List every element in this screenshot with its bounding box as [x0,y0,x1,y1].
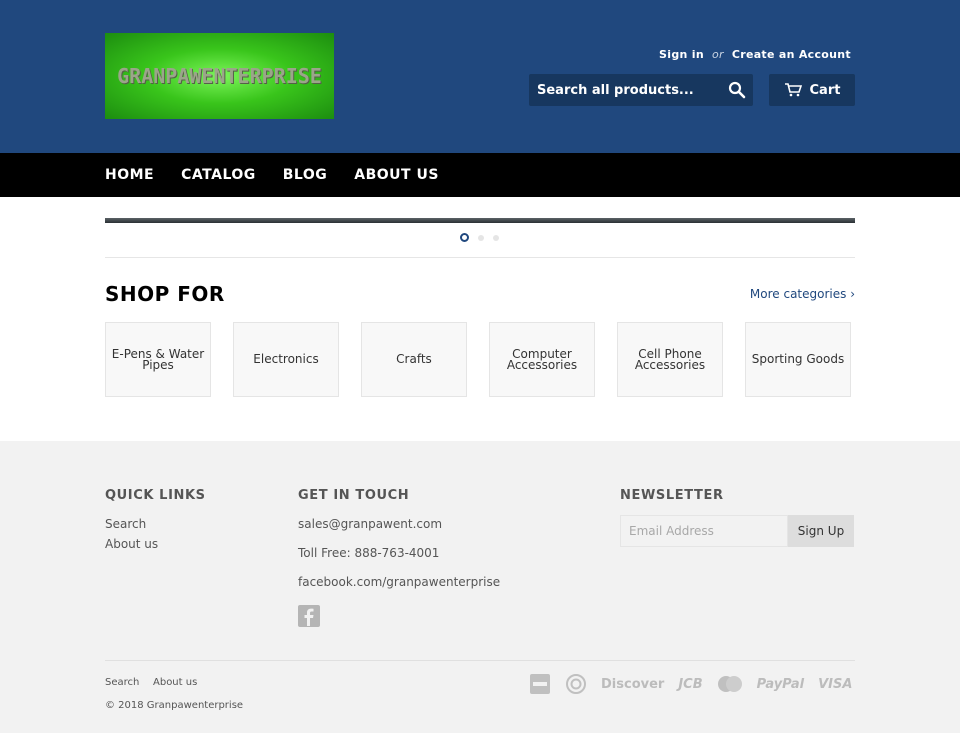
visa-icon: VISA [818,677,852,692]
create-account-link[interactable]: Create an Account [732,48,851,61]
category-electronics[interactable]: Electronics [233,322,339,397]
nav-list: HOME CATALOG BLOG ABOUT US [105,153,439,197]
category-crafts[interactable]: Crafts [361,322,467,397]
cart-icon [784,83,802,97]
or-text: or [712,48,724,61]
cart-label: Cart [810,83,841,98]
facebook-icon[interactable] [298,605,320,627]
discover-icon: Discover [601,677,664,692]
account-links: Sign in or Create an Account [659,48,851,61]
quick-links-title: QUICK LINKS [105,488,206,503]
footer-bottom-search-link[interactable]: Search [105,677,139,688]
nav-item-about-us[interactable]: ABOUT US [354,167,439,183]
more-categories-link[interactable]: More categories › [750,287,855,301]
newsletter-email-input[interactable] [620,515,788,547]
diners-club-icon [565,673,587,695]
category-computer-accessories[interactable]: Computer Accessories [489,322,595,397]
get-in-touch-title: GET IN TOUCH [298,488,409,503]
sign-in-link[interactable]: Sign in [659,48,704,61]
payment-icons: Discover JCB PayPal VISA [529,673,852,695]
american-express-icon [529,673,551,695]
site-logo[interactable]: GRANPAWENTERPRISE [105,33,334,119]
footer-bottom-about-link[interactable]: About us [153,677,197,688]
footer-search-link[interactable]: Search [105,517,146,531]
slide-dot-1[interactable] [460,233,469,242]
contact-email: sales@granpawent.com [298,517,442,531]
paypal-icon: PayPal [757,677,804,692]
facebook-link[interactable]: facebook.com/granpawenterprise [298,575,500,589]
slide-dot-3[interactable] [493,235,499,241]
category-cell-phone-accessories[interactable]: Cell Phone Accessories [617,322,723,397]
site-footer: QUICK LINKS Search About us GET IN TOUCH… [0,441,960,733]
shop-for-title: SHOP FOR [105,282,225,306]
main-nav: HOME CATALOG BLOG ABOUT US [0,153,960,197]
contact-phone: Toll Free: 888-763-4001 [298,546,439,560]
site-header: GRANPAWENTERPRISE Sign in or Create an A… [0,0,960,153]
category-sporting-goods[interactable]: Sporting Goods [745,322,851,397]
nav-item-blog[interactable]: BLOG [283,167,328,183]
category-e-pens[interactable]: E-Pens & Water Pipes [105,322,211,397]
search-input[interactable] [529,74,719,106]
logo-text: GRANPAWENTERPRISE [117,64,322,88]
footer-divider [105,660,855,661]
search-icon[interactable] [727,80,747,100]
mastercard-icon [717,675,743,693]
slideshow-dots [460,233,499,242]
nav-item-home[interactable]: HOME [105,167,154,183]
footer-about-link[interactable]: About us [105,537,158,551]
jcb-icon: JCB [678,677,702,692]
category-grid: E-Pens & Water Pipes Electronics Crafts … [105,322,851,397]
slide-dot-2[interactable] [478,235,484,241]
search-box [529,74,753,106]
copyright: © 2018 Granpawenterprise [105,700,243,711]
newsletter-title: NEWSLETTER [620,488,724,503]
section-divider [105,257,855,258]
slideshow-image[interactable] [105,218,855,223]
cart-button[interactable]: Cart [769,74,855,106]
nav-item-catalog[interactable]: CATALOG [181,167,256,183]
sign-up-button[interactable]: Sign Up [788,515,854,547]
